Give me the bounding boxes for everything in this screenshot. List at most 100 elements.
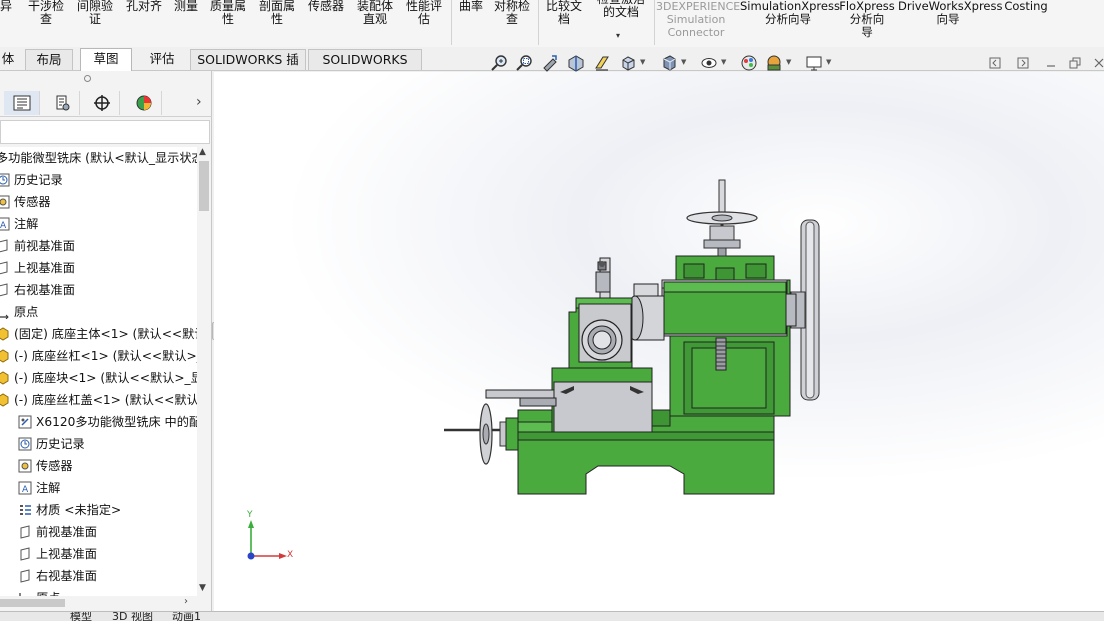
ribbon-measure-button[interactable]: 测量: [169, 0, 203, 13]
tab-configuration-manager[interactable]: [84, 91, 120, 115]
edit-appearance-icon[interactable]: [738, 52, 760, 74]
ribbon-mass-properties-button[interactable]: 质量属性: [206, 0, 250, 26]
tile-right-icon[interactable]: [1014, 54, 1032, 72]
panel-grip-icon[interactable]: [84, 75, 91, 82]
tree-item-sensors[interactable]: 传感器: [0, 191, 51, 213]
view-orientation-icon[interactable]: [617, 52, 639, 74]
ribbon-section-properties-button[interactable]: 剖面属性: [255, 0, 299, 26]
ribbon-cut-button[interactable]: 异: [0, 0, 12, 13]
tab-body[interactable]: 体: [0, 49, 16, 70]
tree-item-top-plane[interactable]: 上视基准面: [18, 543, 97, 565]
chevron-down-icon[interactable]: ▼: [681, 58, 686, 66]
tab-solidworks-mbd[interactable]: SOLIDWORKS MBD: [308, 49, 422, 87]
tree-item-origin[interactable]: 原点: [0, 301, 38, 323]
dynamic-annotation-icon[interactable]: [591, 52, 613, 74]
tree-item-base-screw[interactable]: (-) 底座丝杠<1> (默认<<默认>_显示状态 1>): [0, 345, 197, 367]
tree-item-origin[interactable]: 原点: [18, 587, 60, 596]
tab-solidworks-addins[interactable]: SOLIDWORKS 插件: [190, 49, 306, 87]
ribbon-separator: [451, 0, 452, 45]
ribbon-assemblyxpert-button[interactable]: 装配体 直观: [353, 0, 397, 26]
ribbon-driveworksxpress-button[interactable]: DriveWorksXpress 向导: [898, 0, 1002, 26]
restore-icon[interactable]: [1066, 54, 1084, 72]
tree-item-label: (-) 底座丝杠<1> (默认<<默认>_显示状态 1>): [14, 349, 197, 363]
tree-item-annotations[interactable]: A 注解: [18, 477, 60, 499]
chevron-down-icon[interactable]: ▼: [640, 58, 645, 66]
tree-item-label: 注解: [36, 481, 61, 495]
tree-item-top-plane[interactable]: 上视基准面: [0, 257, 75, 279]
ribbon-check-active-doc-button[interactable]: 检查激活的文档: [592, 0, 650, 19]
ribbon-curvature-button[interactable]: 曲率: [455, 0, 487, 13]
tab-motion-study[interactable]: 动画1: [168, 612, 205, 621]
tree-item-material[interactable]: 材质 <未指定>: [18, 499, 121, 521]
part-icon: [0, 393, 10, 407]
tab-display-manager[interactable]: [126, 91, 162, 115]
tree-item-annotations[interactable]: A 注解: [0, 213, 38, 235]
ribbon-sensor-button[interactable]: 传感器: [304, 0, 348, 13]
ribbon-interference-check-button[interactable]: 干涉检查: [24, 0, 68, 26]
ribbon-hole-alignment-button[interactable]: 孔对齐: [122, 0, 166, 13]
ribbon-performance-eval-button[interactable]: 性能评估: [402, 0, 446, 26]
ribbon-costing-button[interactable]: Costing: [1002, 0, 1050, 13]
ribbon-symmetry-check-button[interactable]: 对称检查: [490, 0, 534, 26]
apply-scene-icon[interactable]: [763, 52, 785, 74]
ribbon-clearance-verify-button[interactable]: 间隙验证: [73, 0, 117, 26]
display-style-icon[interactable]: [658, 52, 680, 74]
close-icon[interactable]: [1090, 54, 1104, 72]
tree-item-history[interactable]: 历史记录: [0, 169, 63, 191]
tile-left-icon[interactable]: [986, 54, 1004, 72]
scroll-up-icon[interactable]: ▲: [199, 147, 206, 157]
minimize-icon[interactable]: [1042, 54, 1060, 72]
tab-feature-manager[interactable]: [4, 91, 40, 115]
dropdown-arrow-icon[interactable]: ▾: [616, 31, 620, 40]
graphics-viewport[interactable]: Y X: [214, 72, 1104, 611]
tree-item-mates[interactable]: X6120多功能微型铣床 中的配合: [18, 411, 197, 433]
chevron-right-icon[interactable]: ›: [196, 94, 202, 110]
chevron-down-icon[interactable]: ▼: [786, 58, 791, 66]
tree-item-base-screw-cover[interactable]: (-) 底座丝杠盖<1> (默认<<默认>_显示状态 1>): [0, 389, 197, 411]
tree-item-front-plane[interactable]: 前视基准面: [18, 521, 97, 543]
plane-icon: [0, 283, 10, 297]
material-icon: [18, 503, 32, 517]
ribbon-floxpress-button[interactable]: FloXpress 分析向导: [838, 0, 896, 39]
ribbon-compare-docs-button[interactable]: 比较文档: [542, 0, 586, 26]
tab-3d-views[interactable]: 3D 视图: [108, 612, 157, 621]
tree-item-label: 材质 <未指定>: [36, 503, 122, 517]
tab-evaluate[interactable]: 评估: [138, 49, 186, 70]
tab-sketch[interactable]: 草图: [80, 48, 132, 71]
ribbon-3dexperience-button[interactable]: 3DEXPERIENCE Simulation Connector: [656, 0, 740, 39]
previous-view-icon[interactable]: [539, 52, 561, 74]
tree-item-label: (固定) 底座主体<1> (默认<<默认>_显示状态 1>): [14, 327, 197, 341]
tree-item-base-block[interactable]: (-) 底座块<1> (默认<<默认>_显示状态 1>): [0, 367, 197, 389]
tree-item-front-plane[interactable]: 前视基准面: [0, 235, 75, 257]
tab-model[interactable]: 模型: [66, 612, 96, 621]
zoom-to-fit-icon[interactable]: [488, 52, 510, 74]
tree-item-right-plane[interactable]: 右视基准面: [18, 565, 97, 587]
scroll-right-icon[interactable]: ›: [184, 596, 188, 607]
tree-item-label: (-) 底座块<1> (默认<<默认>_显示状态 1>): [14, 371, 197, 385]
chevron-down-icon[interactable]: ▼: [826, 58, 831, 66]
scroll-thumb[interactable]: [0, 599, 65, 607]
chevron-down-icon[interactable]: ▼: [721, 58, 726, 66]
ribbon-simulationxpress-button[interactable]: SimulationXpress 分析向导: [740, 0, 840, 26]
tree-item-history[interactable]: 历史记录: [18, 433, 85, 455]
scroll-down-icon[interactable]: ▼: [199, 583, 206, 593]
triad-y-label: Y: [247, 510, 253, 520]
hide-show-items-icon[interactable]: [698, 52, 720, 74]
triad-x-label: X: [287, 550, 294, 560]
part-icon: [0, 371, 10, 385]
tree-item-sensors[interactable]: 传感器: [18, 455, 73, 477]
annotation-icon: A: [0, 217, 10, 231]
tree-horizontal-scrollbar[interactable]: ›: [0, 596, 197, 610]
tree-filter-input[interactable]: [0, 120, 210, 144]
tree-item-base-body[interactable]: (固定) 底座主体<1> (默认<<默认>_显示状态 1>): [0, 323, 197, 345]
zoom-to-area-icon[interactable]: [513, 52, 535, 74]
tree-item-label: 右视基准面: [36, 569, 97, 583]
scroll-thumb[interactable]: [199, 161, 209, 211]
tab-property-manager[interactable]: [44, 91, 80, 115]
tree-item-root[interactable]: 多功能微型铣床 (默认<默认_显示状态-1>): [0, 147, 197, 169]
tree-item-right-plane[interactable]: 右视基准面: [0, 279, 75, 301]
tab-layout[interactable]: 布局: [25, 49, 73, 70]
section-view-icon[interactable]: [565, 52, 587, 74]
view-settings-icon[interactable]: [803, 52, 825, 74]
tree-vertical-scrollbar[interactable]: ▲ ▼: [197, 147, 211, 596]
